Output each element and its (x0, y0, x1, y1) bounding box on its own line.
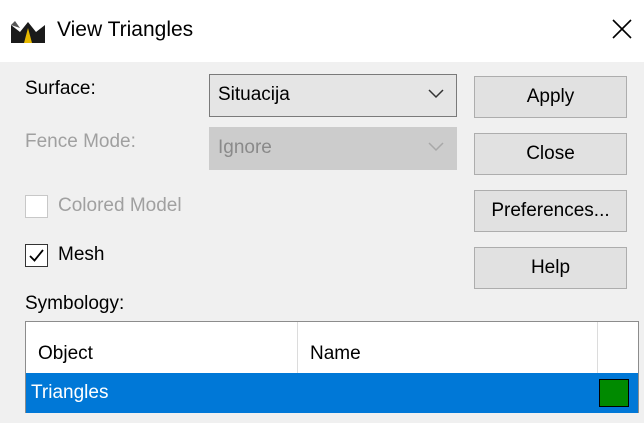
chevron-down-icon (428, 89, 444, 99)
help-button[interactable]: Help (474, 247, 627, 289)
mesh-label: Mesh (58, 244, 105, 265)
surface-dropdown[interactable]: Situacija (209, 74, 457, 117)
table-cell-object: Triangles (31, 382, 109, 403)
table-row[interactable]: Triangles (26, 373, 638, 413)
column-header-label: Name (310, 343, 361, 364)
apply-button[interactable]: Apply (474, 76, 627, 118)
window-title: View Triangles (57, 18, 194, 41)
colored-model-checkbox[interactable] (25, 195, 48, 218)
surface-value: Situacija (218, 84, 290, 105)
symbology-table: Object Name Triangles (25, 321, 639, 413)
title-bar: View Triangles (0, 0, 644, 62)
mesh-checkbox[interactable] (25, 244, 48, 267)
fence-mode-value: Ignore (218, 137, 272, 158)
surface-label: Surface: (25, 78, 96, 99)
symbology-label: Symbology: (25, 293, 125, 314)
fence-mode-label: Fence Mode: (25, 131, 136, 152)
fence-mode-dropdown[interactable]: Ignore (209, 127, 457, 170)
column-header-label: Object (38, 343, 93, 364)
column-header-name[interactable]: Name (298, 322, 598, 373)
close-icon[interactable] (609, 16, 635, 42)
color-swatch[interactable] (599, 379, 629, 407)
checkmark-icon (29, 249, 44, 262)
preferences-button[interactable]: Preferences... (474, 190, 627, 232)
close-button[interactable]: Close (474, 133, 627, 175)
road-surface-icon (11, 19, 45, 43)
column-header-object[interactable]: Object (26, 322, 298, 373)
chevron-down-icon (428, 142, 444, 152)
colored-model-label: Colored Model (58, 195, 182, 216)
column-header-color[interactable] (598, 322, 638, 373)
